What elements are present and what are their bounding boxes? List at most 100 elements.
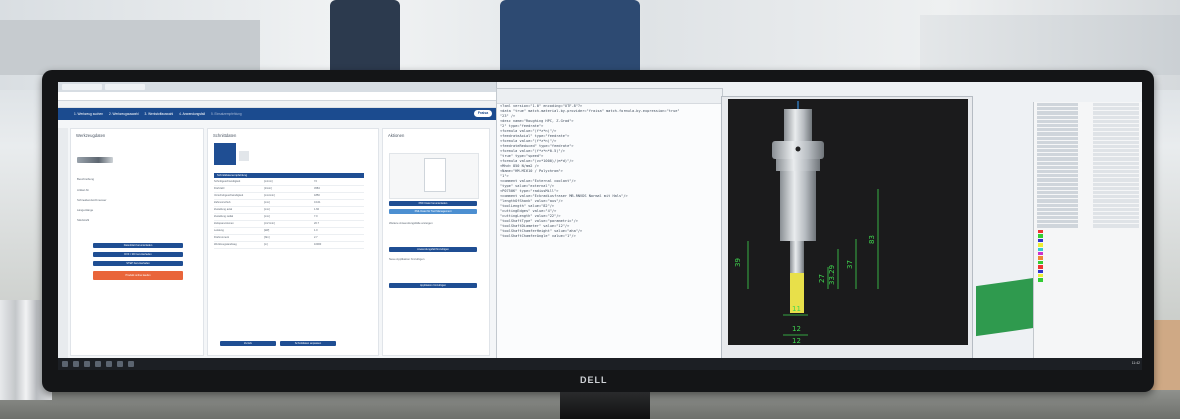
screen: 1. Werkzeug suchen 2. Werkzeugauswahl 3.… xyxy=(58,82,1142,370)
property-row[interactable] xyxy=(1037,107,1139,111)
property-row[interactable] xyxy=(1037,178,1139,182)
app-icon[interactable] xyxy=(84,361,90,367)
xml-editor-window: <?xml version="1.0" encoding="UTF-8"?> <d… xyxy=(496,88,723,360)
background-shelf xyxy=(0,20,260,75)
property-row[interactable] xyxy=(1037,132,1139,136)
property-row[interactable] xyxy=(1037,170,1139,174)
app-icon[interactable] xyxy=(117,361,123,367)
adjust-cutting-data-button[interactable]: Schnittdaten anpassen xyxy=(280,341,336,346)
properties-panel xyxy=(1033,102,1142,358)
cardboard-box xyxy=(1150,320,1180,390)
property-row[interactable] xyxy=(1037,115,1139,119)
property-row[interactable] xyxy=(1037,182,1139,186)
xml-code[interactable]: <?xml version="1.0" encoding="UTF-8"?> <d… xyxy=(497,104,722,239)
property-row[interactable] xyxy=(1037,111,1139,115)
property-row[interactable] xyxy=(1037,128,1139,132)
editor-toolbar xyxy=(497,89,722,104)
table-row: Drehzahl [1/min] 4584 xyxy=(214,187,364,193)
browser-tab[interactable] xyxy=(105,84,145,90)
step-4[interactable]: 4. Anwendungsfall xyxy=(179,112,205,116)
property-row[interactable] xyxy=(1037,103,1139,107)
property-row[interactable] xyxy=(1037,186,1139,190)
holder-collar xyxy=(776,159,820,171)
pdf-preview xyxy=(389,153,479,199)
app-icon[interactable] xyxy=(95,361,101,367)
dim-label: 27 xyxy=(818,274,826,283)
property-row[interactable] xyxy=(1037,211,1139,216)
cad-window: 39 27 33.29 37 83 11 12 12 xyxy=(721,96,973,360)
table-header: Schnittdatenempfehlung xyxy=(214,173,364,178)
property-row[interactable] xyxy=(1037,119,1139,123)
property-row[interactable] xyxy=(1037,161,1139,165)
dim-label: 83 xyxy=(868,235,876,244)
dim-label: 12 xyxy=(792,325,801,333)
property-rows xyxy=(1034,103,1142,228)
property-row[interactable] xyxy=(1037,144,1139,149)
material-icon xyxy=(214,143,236,165)
property-row[interactable] xyxy=(1037,220,1139,224)
add-usecase-button[interactable]: Anwendungsfall hinzufügen xyxy=(389,247,477,252)
holder-hole xyxy=(795,146,801,152)
property-row[interactable] xyxy=(1037,157,1139,161)
table-row: Zahnvorschub [mm] 0.101 xyxy=(214,201,364,207)
xml-download-button[interactable]: XML Datei für Tool Management xyxy=(389,209,477,214)
wizard-steps: 1. Werkzeug suchen 2. Werkzeugauswahl 3.… xyxy=(58,108,496,120)
property-row[interactable] xyxy=(1037,153,1139,157)
taskbar: 11:42 xyxy=(58,358,1142,370)
download-datasheet-button[interactable]: Datenblatt herunterladen xyxy=(93,243,183,248)
property-row[interactable] xyxy=(1037,203,1139,207)
back-button[interactable]: Zurück xyxy=(220,341,276,346)
property-row[interactable] xyxy=(1037,199,1139,203)
column-title: Schnittdaten xyxy=(213,133,237,138)
cad-viewport[interactable]: 39 27 33.29 37 83 11 12 12 xyxy=(728,99,968,345)
address-bar[interactable] xyxy=(58,92,496,101)
xml-line: "toolShaftChamferAngle" value="1"/> xyxy=(500,234,576,238)
property-row[interactable] xyxy=(1037,123,1139,128)
browser-tab-bar xyxy=(58,82,496,92)
property-row[interactable] xyxy=(1037,174,1139,178)
step-3[interactable]: 3. Werkstoffauswahl xyxy=(145,112,174,116)
buy-online-button[interactable]: Produkt online kaufen xyxy=(93,271,183,280)
dim-label: 39 xyxy=(734,258,742,267)
dim-label: 37 xyxy=(846,260,854,269)
property-row[interactable] xyxy=(1037,149,1139,153)
app-icon[interactable] xyxy=(128,361,134,367)
column-title: Werkzeugdaten xyxy=(76,133,106,138)
tool-data-column: Werkzeugdaten Beschreibung Artikel-Nr. S… xyxy=(70,128,204,356)
table-row: Vorschubgeschwindigkeit [mm/min] 1850 xyxy=(214,194,364,200)
step-5[interactable]: 5. Einsatzempfehlung xyxy=(211,112,242,116)
fraisa-logo: Fraisa xyxy=(474,110,492,117)
new-application-label: Neue Applikation hinzufügen xyxy=(389,257,425,261)
table-row: Zustellung radial [mm] 7.0 xyxy=(214,215,364,221)
property-row[interactable] xyxy=(1037,216,1139,220)
table-row: Leistung [kW] 1.0 xyxy=(214,229,364,235)
browser-tab[interactable] xyxy=(62,84,102,90)
step-2[interactable]: 2. Werkzeugauswahl xyxy=(109,112,139,116)
app-icon[interactable] xyxy=(106,361,112,367)
property-row[interactable] xyxy=(1037,140,1139,144)
start-icon[interactable] xyxy=(62,361,68,367)
dimension-labels: 39 27 33.29 37 83 11 12 12 xyxy=(734,235,876,345)
tool-holder-drawing: 39 27 33.29 37 83 11 12 12 xyxy=(734,101,879,345)
step-1[interactable]: 1. Werkzeug suchen xyxy=(74,112,103,116)
search-icon[interactable] xyxy=(73,361,79,367)
table-row: Zustellung axial [mm] 1.60 xyxy=(214,208,364,214)
pdf-page-thumbnail xyxy=(424,158,446,192)
property-row[interactable] xyxy=(1037,224,1139,228)
property-row[interactable] xyxy=(1037,136,1139,140)
tool-shank xyxy=(790,241,804,273)
download-step-button[interactable]: STEP herunterladen xyxy=(93,261,183,266)
cutting-data-column: Schnittdaten Schnittdatenempfehlung Schn… xyxy=(207,128,379,356)
background-window xyxy=(920,15,1180,75)
tool-image xyxy=(77,157,113,163)
table-row: Werkzeugstandweg [m] 10000 xyxy=(214,243,364,249)
property-row[interactable] xyxy=(1037,207,1139,211)
property-row[interactable] xyxy=(1037,195,1139,199)
download-dxf-button[interactable]: DXF / 3D herunterladen xyxy=(93,252,183,257)
dim-label: 12 xyxy=(792,337,801,345)
property-row[interactable] xyxy=(1037,190,1139,195)
dim-label: 33.29 xyxy=(828,265,836,285)
property-row[interactable] xyxy=(1037,165,1139,169)
add-application-button[interactable]: Applikation hinzufügen xyxy=(389,283,477,288)
pdf-download-button[interactable]: PDF Datei herunterladen xyxy=(389,201,477,206)
